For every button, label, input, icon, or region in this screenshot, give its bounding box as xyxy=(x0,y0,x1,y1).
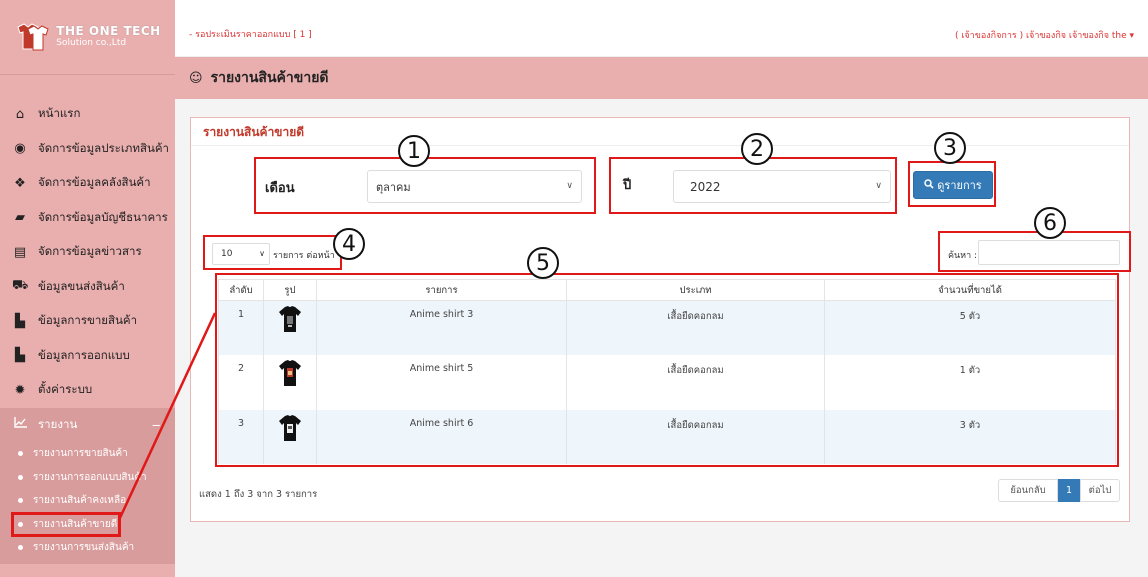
logo-line2: Solution co.,Ltd xyxy=(56,37,127,48)
page-title: รายงานสินค้าขายดี xyxy=(210,70,329,86)
gear-icon: ✹ xyxy=(14,382,26,398)
bullet-icon xyxy=(18,451,23,457)
page-header: ☺ รายงานสินค้าขายดี xyxy=(175,57,1148,99)
topbar: - รอประเมินราคาออกแบบ [ 1 ] ( เจ้าของกิจ… xyxy=(175,0,1148,57)
file-icon: ▙ xyxy=(15,313,25,329)
subitem-shipping-report[interactable]: รายงานการขนส่งสินค้า xyxy=(0,536,175,560)
logo-line1: THE ONE TECH xyxy=(56,24,161,39)
smile-icon: ☺ xyxy=(189,70,203,86)
collapse-toggle[interactable]: − xyxy=(151,418,161,432)
panel-title: รายงานสินค้าขายดี xyxy=(191,118,1129,146)
subitem-stock-report[interactable]: รายงานสินค้าคงเหลือ xyxy=(0,489,175,513)
sidebar-item-label: ข้อมูลการขายสินค้า xyxy=(38,313,138,328)
sidebar-menu: ⌂ หน้าแรก ◉ จัดการข้อมูลประเภทสินค้า ❖ จ… xyxy=(0,97,175,564)
sidebar-item-bank[interactable]: ▰ จัดการข้อมูลบัญชีธนาคาร xyxy=(0,201,175,236)
pending-notice-link[interactable]: - รอประเมินราคาออกแบบ [ 1 ] xyxy=(189,27,312,41)
book-icon: ▰ xyxy=(15,210,25,226)
sidebar-item-label: หน้าแรก xyxy=(38,106,81,121)
sidebar-item-product-type[interactable]: ◉ จัดการข้อมูลประเภทสินค้า xyxy=(0,132,175,167)
shirt-logo-icon xyxy=(17,23,49,51)
subitem-design-report[interactable]: รายงานการออกแบบสินค้า xyxy=(0,466,175,490)
sidebar-item-label: จัดการข้อมูลคลังสินค้า xyxy=(38,175,151,190)
subitem-label: รายงานการขายสินค้า xyxy=(33,448,128,460)
page-1-button[interactable]: 1 xyxy=(1058,479,1080,502)
bullet-icon xyxy=(18,498,23,504)
sidebar-item-label: ข้อมูลขนส่งสินค้า xyxy=(38,278,125,293)
annotation-number-4: 4 xyxy=(333,228,365,260)
user-menu[interactable]: ( เจ้าของกิจการ ) เจ้าของกิจ เจ้าของกิจ … xyxy=(955,28,1134,42)
table-info: แสดง 1 ถึง 3 จาก 3 รายการ xyxy=(199,489,318,500)
annotation-box-button xyxy=(908,161,996,207)
newspaper-icon: ▤ xyxy=(13,244,27,260)
logo[interactable]: THE ONE TECH Solution co.,Ltd xyxy=(0,0,175,75)
bullet-icon xyxy=(18,474,23,480)
sidebar-item-reports[interactable]: รายงาน − xyxy=(0,407,175,442)
annotation-number-2: 2 xyxy=(741,133,773,165)
sidebar-item-label: จัดการข้อมูลประเภทสินค้า xyxy=(38,140,169,155)
home-icon: ⌂ xyxy=(15,106,25,122)
annotation-number-5: 5 xyxy=(527,247,559,279)
sidebar-item-label: จัดการข้อมูลบัญชีธนาคาร xyxy=(38,209,168,224)
bullet-icon xyxy=(18,521,23,527)
cubes-icon: ❖ xyxy=(14,175,26,191)
annotation-number-6: 6 xyxy=(1034,207,1066,239)
sidebar-item-design[interactable]: ▙ ข้อมูลการออกแบบ xyxy=(0,339,175,374)
sidebar-item-sales[interactable]: ▙ ข้อมูลการขายสินค้า xyxy=(0,304,175,339)
cube-icon: ◉ xyxy=(14,141,26,157)
sidebar-item-home[interactable]: ⌂ หน้าแรก xyxy=(0,97,175,132)
reports-submenu: รายงานการขายสินค้า รายงานการออกแบบสินค้า… xyxy=(0,442,175,564)
sidebar-item-settings[interactable]: ✹ ตั้งค่าระบบ xyxy=(0,373,175,408)
annotation-box-page-length xyxy=(203,235,342,270)
sidebar-item-label: รายงาน xyxy=(38,416,78,431)
subitem-label: รายงานการขนส่งสินค้า xyxy=(33,542,135,554)
sidebar-item-news[interactable]: ▤ จัดการข้อมูลข่าวสาร xyxy=(0,235,175,270)
annotation-number-1: 1 xyxy=(398,135,430,167)
annotation-box-month xyxy=(254,157,596,214)
next-page-button[interactable]: ต่อไป xyxy=(1080,479,1120,502)
pagination: ย้อนกลับ 1 ต่อไป xyxy=(998,479,1120,502)
subitem-label: รายงานการออกแบบสินค้า xyxy=(33,471,147,483)
subitem-label: รายงานสินค้าคงเหลือ xyxy=(33,495,127,507)
sidebar: THE ONE TECH Solution co.,Ltd ⌂ หน้าแรก … xyxy=(0,0,175,577)
annotation-number-3: 3 xyxy=(934,132,966,164)
sidebar-item-label: ข้อมูลการออกแบบ xyxy=(38,347,130,362)
sidebar-item-label: ตั้งค่าระบบ xyxy=(38,382,93,397)
sidebar-item-label: จัดการข้อมูลข่าวสาร xyxy=(38,244,142,259)
subitem-label: รายงานสินค้าขายดี xyxy=(33,518,118,530)
subitem-bestseller-report[interactable]: รายงานสินค้าขายดี xyxy=(11,511,121,537)
bullet-icon xyxy=(18,545,23,551)
line-chart-icon xyxy=(12,417,28,432)
truck-icon: ⛟ xyxy=(12,278,29,294)
annotation-box-table xyxy=(215,273,1119,467)
prev-page-button[interactable]: ย้อนกลับ xyxy=(998,479,1058,502)
sidebar-item-shipping[interactable]: ⛟ ข้อมูลขนส่งสินค้า xyxy=(0,270,175,305)
sidebar-item-warehouse[interactable]: ❖ จัดการข้อมูลคลังสินค้า xyxy=(0,166,175,201)
annotation-box-year xyxy=(609,157,897,214)
subitem-sales-report[interactable]: รายงานการขายสินค้า xyxy=(0,442,175,466)
file-icon: ▙ xyxy=(15,348,25,364)
annotation-box-search xyxy=(938,231,1131,272)
